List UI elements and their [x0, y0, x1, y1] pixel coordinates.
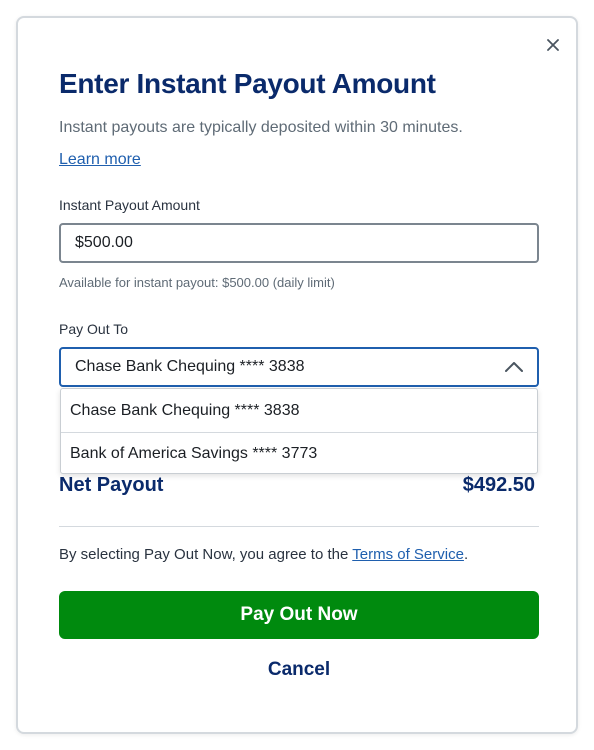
account-option-chase[interactable]: Chase Bank Chequing **** 3838 — [61, 389, 537, 432]
instant-payout-modal: Enter Instant Payout Amount Instant payo… — [16, 16, 578, 734]
account-dropdown-menu: Chase Bank Chequing **** 3838 Bank of Am… — [60, 388, 538, 474]
modal-subtitle: Instant payouts are typically deposited … — [59, 119, 463, 136]
close-icon — [547, 39, 559, 51]
learn-more-link[interactable]: Learn more — [59, 151, 141, 169]
account-option-boa[interactable]: Bank of America Savings **** 3773 — [61, 432, 537, 474]
amount-label: Instant Payout Amount — [59, 197, 200, 213]
pay-out-to-select[interactable]: Chase Bank Chequing **** 3838 — [59, 347, 539, 387]
terms-agreement-text: By selecting Pay Out Now, you agree to t… — [59, 546, 468, 563]
close-button[interactable] — [542, 34, 564, 56]
agreement-prefix: By selecting Pay Out Now, you agree to t… — [59, 546, 353, 563]
amount-helper-text: Available for instant payout: $500.00 (d… — [59, 275, 335, 290]
net-payout-value: $492.50 — [462, 474, 535, 496]
pay-out-now-button[interactable]: Pay Out Now — [59, 591, 539, 639]
selected-account: Chase Bank Chequing **** 3838 — [75, 358, 305, 375]
terms-of-service-link[interactable]: Terms of Service — [352, 546, 464, 563]
payout-amount-input[interactable] — [59, 223, 539, 263]
agreement-suffix: . — [463, 546, 469, 563]
chevron-up-icon — [505, 362, 523, 372]
cancel-button[interactable]: Cancel — [59, 654, 539, 686]
modal-title: Enter Instant Payout Amount — [59, 68, 436, 99]
net-payout-label: Net Payout — [59, 474, 164, 496]
divider — [59, 526, 539, 527]
pay-out-to-label: Pay Out To — [59, 321, 129, 337]
